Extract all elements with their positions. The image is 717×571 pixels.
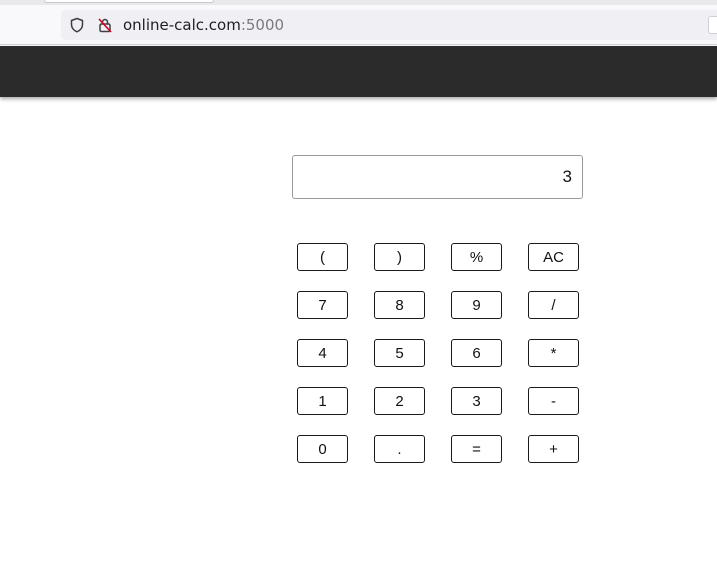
shield-icon[interactable] bbox=[69, 17, 85, 33]
key-decimal[interactable]: . bbox=[374, 435, 425, 463]
key-equals[interactable]: = bbox=[451, 435, 502, 463]
key-8[interactable]: 8 bbox=[374, 291, 425, 319]
key-subtract[interactable]: - bbox=[528, 387, 579, 415]
app-header-bar bbox=[0, 46, 717, 97]
key-divide[interactable]: / bbox=[528, 291, 579, 319]
key-percent[interactable]: % bbox=[451, 243, 502, 271]
key-7[interactable]: 7 bbox=[297, 291, 348, 319]
key-0[interactable]: 0 bbox=[297, 435, 348, 463]
address-bar-edge-button[interactable] bbox=[708, 16, 717, 34]
key-5[interactable]: 5 bbox=[374, 339, 425, 367]
url-port: :5000 bbox=[240, 16, 285, 34]
calculator-display[interactable]: 3 bbox=[292, 155, 583, 199]
key-add[interactable]: + bbox=[528, 435, 579, 463]
key-6[interactable]: 6 bbox=[451, 339, 502, 367]
insecure-lock-icon[interactable] bbox=[97, 17, 113, 33]
key-3[interactable]: 3 bbox=[451, 387, 502, 415]
address-bar[interactable]: online-calc.com:5000 bbox=[61, 10, 717, 40]
key-all-clear[interactable]: AC bbox=[528, 243, 579, 271]
key-close-paren[interactable]: ) bbox=[374, 243, 425, 271]
key-9[interactable]: 9 bbox=[451, 291, 502, 319]
key-multiply[interactable]: * bbox=[528, 339, 579, 367]
key-open-paren[interactable]: ( bbox=[297, 243, 348, 271]
key-4[interactable]: 4 bbox=[297, 339, 348, 367]
url-host: online-calc.com bbox=[123, 16, 241, 34]
browser-active-tab[interactable] bbox=[44, 0, 214, 3]
browser-nav-bar: online-calc.com:5000 bbox=[0, 5, 717, 45]
calculator-keypad: ( ) % AC 7 8 9 / 4 5 6 * 1 2 3 - 0 . = + bbox=[297, 243, 579, 463]
key-2[interactable]: 2 bbox=[374, 387, 425, 415]
url-text[interactable]: online-calc.com:5000 bbox=[123, 10, 284, 40]
key-1[interactable]: 1 bbox=[297, 387, 348, 415]
